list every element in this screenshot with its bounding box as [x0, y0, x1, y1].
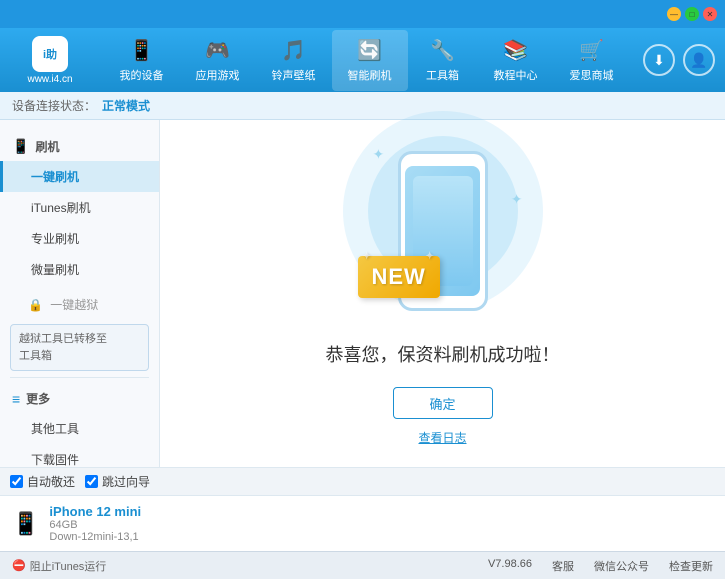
minimize-button[interactable]: — — [667, 7, 681, 21]
skip-wizard-checkbox[interactable] — [85, 475, 98, 488]
ringtone-icon: 🎵 — [281, 38, 306, 63]
download-firmware-label: 下载固件 — [31, 453, 79, 467]
nav-tools[interactable]: 🔧 工具箱 — [408, 30, 478, 91]
sidebar-section-jailbreak: 🔒 一键越狱 越狱工具已转移至工具箱 — [0, 289, 159, 371]
check-update-link[interactable]: 检查更新 — [669, 558, 713, 574]
service-link[interactable]: 客服 — [552, 558, 574, 574]
user-button[interactable]: 👤 — [683, 44, 715, 76]
itunes-flash-label: iTunes刷机 — [31, 201, 91, 215]
nav-bar: i助 www.i4.cn 📱 我的设备 🎮 应用游戏 🎵 铃声壁纸 🔄 智能刷机… — [0, 28, 725, 92]
device-icon: 📱 — [12, 511, 39, 537]
sidebar-jailbreak-title: 🔒 一键越狱 — [0, 289, 159, 320]
footer-right: V7.98.66 客服 微信公众号 检查更新 — [488, 558, 713, 574]
sidebar-item-download-firmware[interactable]: 下载固件 — [0, 444, 159, 467]
download-button[interactable]: ⬇ — [643, 44, 675, 76]
device-detail: Down-12mini-13,1 — [49, 531, 713, 543]
flash-section-label: 刷机 — [35, 138, 59, 155]
new-badge-ribbon: ✦ NEW ✦ — [358, 256, 440, 298]
status-label: 设备连接状态： — [12, 97, 96, 114]
jailbreak-notice-text: 越狱工具已转移至工具箱 — [19, 333, 107, 362]
apps-games-icon: 🎮 — [205, 38, 230, 63]
status-value: 正常模式 — [102, 97, 150, 114]
skip-wizard-label: 跳过向导 — [102, 473, 150, 490]
logo-text: www.i4.cn — [27, 74, 72, 85]
tutorials-label: 教程中心 — [494, 67, 538, 83]
nav-items: 📱 我的设备 🎮 应用游戏 🎵 铃声壁纸 🔄 智能刷机 🔧 工具箱 📚 教程中心… — [90, 30, 643, 91]
status-bar: 设备连接状态： 正常模式 — [0, 92, 725, 120]
more-section-label: 更多 — [26, 390, 50, 407]
bottom-bar: 自动敬还 跳过向导 — [0, 467, 725, 495]
pro-flash-label: 专业刷机 — [31, 232, 79, 246]
sidebar-item-pro-flash[interactable]: 专业刷机 — [0, 223, 159, 254]
apps-games-label: 应用游戏 — [196, 67, 240, 83]
other-tools-label: 其他工具 — [31, 422, 79, 436]
nav-my-device[interactable]: 📱 我的设备 — [104, 30, 180, 91]
skip-wizard-check[interactable]: 跳过向导 — [85, 473, 150, 490]
sidebar-item-itunes-flash[interactable]: iTunes刷机 — [0, 192, 159, 223]
itunes-block[interactable]: ⛔ 阻止iTunes运行 — [12, 558, 106, 574]
sidebar-section-more: ≡ 更多 其他工具 下载固件 高级功能 — [0, 384, 159, 467]
one-click-flash-label: 一键刷机 — [31, 170, 79, 184]
nav-ringtone[interactable]: 🎵 铃声壁纸 — [256, 30, 332, 91]
jailbreak-label: 一键越狱 — [50, 298, 98, 312]
logo-icon: i助 — [32, 36, 68, 72]
nav-store[interactable]: 🛒 爱思商城 — [554, 30, 630, 91]
close-button[interactable]: ✕ — [703, 7, 717, 21]
diary-link[interactable]: 查看日志 — [418, 429, 466, 446]
logo: i助 www.i4.cn — [10, 36, 90, 85]
sidebar-section-flash: 📱 刷机 一键刷机 iTunes刷机 专业刷机 微量刷机 — [0, 132, 159, 285]
sidebar-divider — [10, 377, 149, 378]
store-label: 爱思商城 — [570, 67, 614, 83]
auto-start-checkbox[interactable] — [10, 475, 23, 488]
smart-flash-icon: 🔄 — [357, 38, 382, 63]
store-icon: 🛒 — [579, 38, 604, 63]
maximize-button[interactable]: □ — [685, 7, 699, 21]
title-bar: — □ ✕ — [0, 0, 725, 28]
sidebar-item-one-click-flash[interactable]: 一键刷机 — [0, 161, 159, 192]
device-info: iPhone 12 mini 64GB Down-12mini-13,1 — [49, 504, 713, 543]
success-message: 恭喜您，保资料刷机成功啦！ — [326, 341, 560, 367]
phone-illustration: ✦ ✦ ✦ ✦ NEW ✦ — [343, 141, 543, 321]
jailbreak-notice: 越狱工具已转移至工具箱 — [10, 324, 149, 371]
wechat-link[interactable]: 微信公众号 — [594, 558, 649, 574]
window-controls: — □ ✕ — [667, 7, 717, 21]
sidebar-item-micro-flash[interactable]: 微量刷机 — [0, 254, 159, 285]
ringtone-label: 铃声壁纸 — [272, 67, 316, 83]
new-badge: ✦ NEW ✦ — [358, 256, 438, 306]
sidebar: 📱 刷机 一键刷机 iTunes刷机 专业刷机 微量刷机 🔒 一键越狱 — [0, 120, 160, 467]
my-device-icon: 📱 — [129, 38, 154, 63]
sidebar-item-other-tools[interactable]: 其他工具 — [0, 413, 159, 444]
smart-flash-label: 智能刷机 — [348, 67, 392, 83]
sidebar-section-flash-title: 📱 刷机 — [0, 132, 159, 161]
version-label: V7.98.66 — [488, 558, 532, 574]
content-area: ✦ ✦ ✦ ✦ NEW ✦ 恭喜您，保资料刷机成功啦！ 确定 查看日志 — [160, 120, 725, 467]
nav-right: ⬇ 👤 — [643, 44, 715, 76]
sparkle-2: ✦ — [511, 191, 523, 208]
main-content: 📱 刷机 一键刷机 iTunes刷机 专业刷机 微量刷机 🔒 一键越狱 — [0, 120, 725, 467]
sidebar-section-more-title: ≡ 更多 — [0, 384, 159, 413]
tutorials-icon: 📚 — [503, 38, 528, 63]
tools-icon: 🔧 — [430, 38, 455, 63]
more-section-icon: ≡ — [12, 391, 20, 407]
nav-smart-flash[interactable]: 🔄 智能刷机 — [332, 30, 408, 91]
tools-label: 工具箱 — [426, 67, 459, 83]
device-storage: 64GB — [49, 519, 713, 531]
flash-section-icon: 📱 — [12, 138, 29, 155]
my-device-label: 我的设备 — [120, 67, 164, 83]
itunes-block-icon: ⛔ — [12, 559, 26, 572]
auto-start-check[interactable]: 自动敬还 — [10, 473, 75, 490]
micro-flash-label: 微量刷机 — [31, 263, 79, 277]
auto-start-label: 自动敬还 — [27, 473, 75, 490]
confirm-button[interactable]: 确定 — [393, 387, 493, 419]
itunes-block-label: 阻止iTunes运行 — [30, 558, 107, 574]
device-name: iPhone 12 mini — [49, 504, 713, 519]
nav-tutorials[interactable]: 📚 教程中心 — [478, 30, 554, 91]
nav-apps-games[interactable]: 🎮 应用游戏 — [180, 30, 256, 91]
footer-bar: ⛔ 阻止iTunes运行 V7.98.66 客服 微信公众号 检查更新 — [0, 551, 725, 579]
sparkle-1: ✦ — [373, 146, 385, 163]
device-bar: 📱 iPhone 12 mini 64GB Down-12mini-13,1 — [0, 495, 725, 551]
